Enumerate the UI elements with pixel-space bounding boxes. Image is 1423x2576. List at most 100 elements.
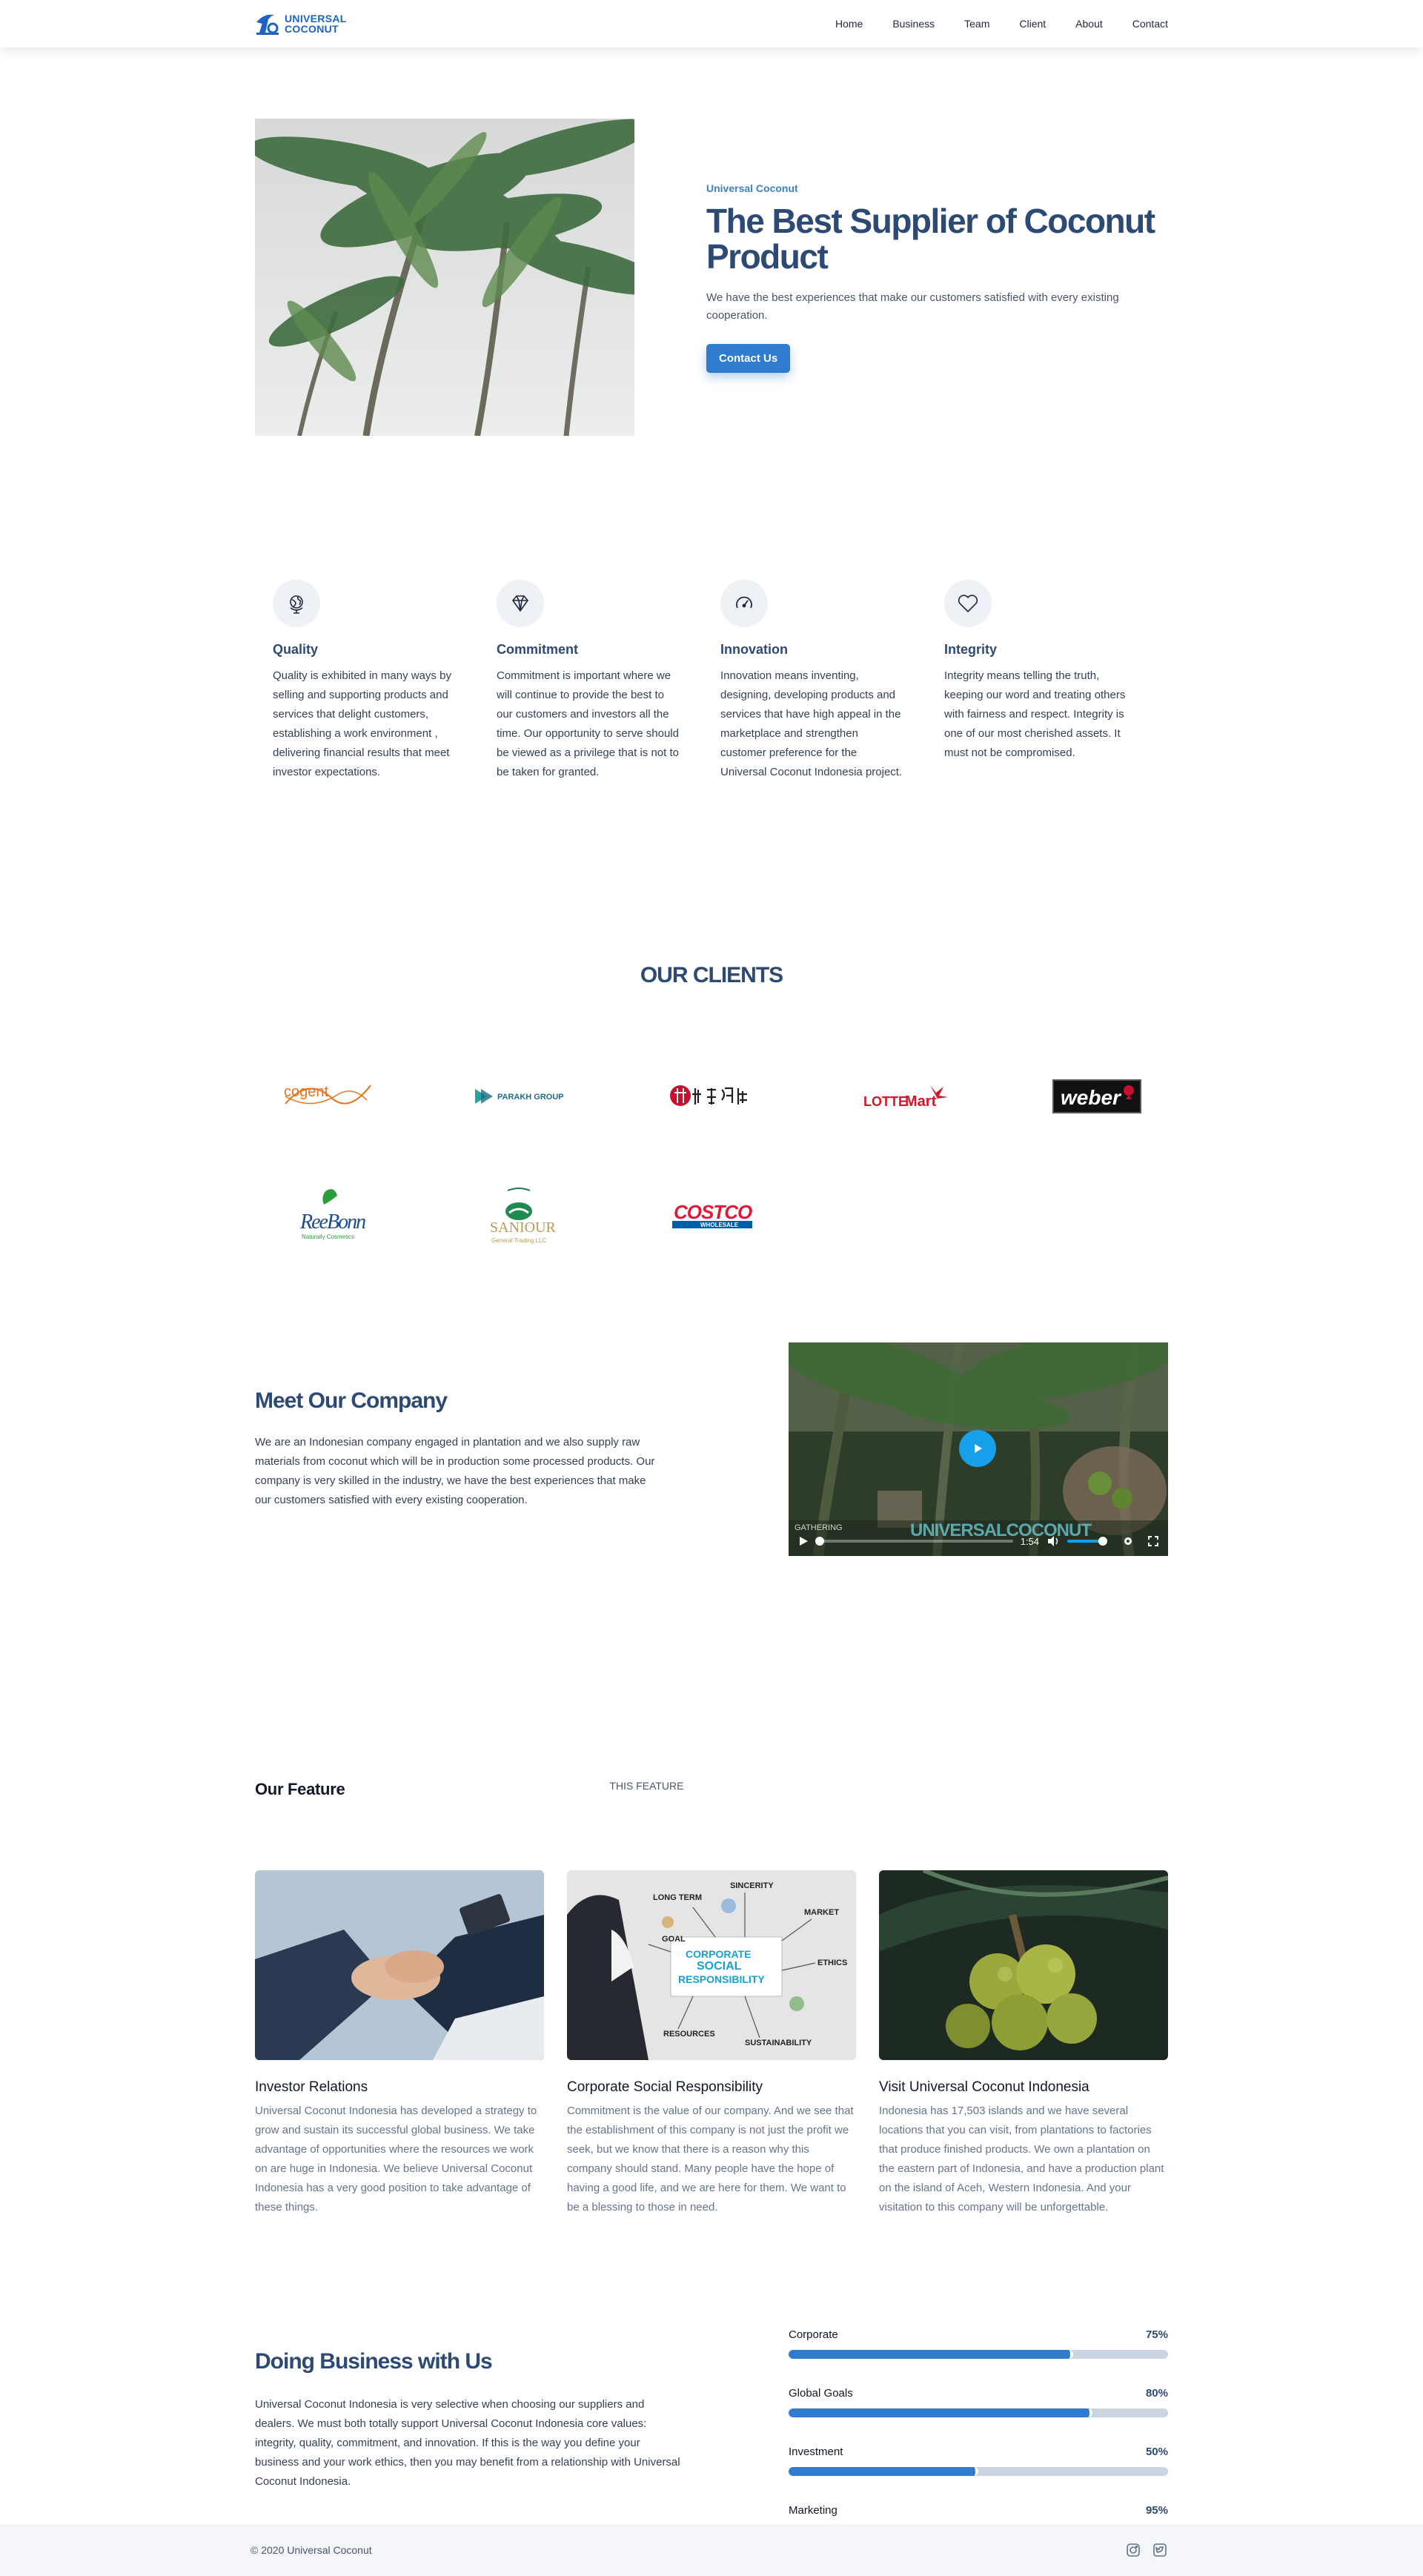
client-logo-lottemart: LOTTE Mart: [808, 1059, 1001, 1133]
play-icon: [975, 1444, 982, 1453]
gauge-icon: [720, 580, 768, 627]
settings-gear-icon[interactable]: [1122, 1535, 1134, 1547]
play-icon[interactable]: [797, 1535, 809, 1547]
fullscreen-icon[interactable]: [1147, 1535, 1159, 1547]
coconut-logo-icon: [256, 14, 279, 35]
hero-title: The Best Supplier of Coconut Product: [706, 201, 1155, 276]
video-time: 1:54: [1020, 1535, 1039, 1547]
value-title: Integrity: [944, 642, 998, 657]
site-header: UNIVERSAL COCONUT Home Business Team Cli…: [0, 0, 1423, 47]
progress-label: Corporate: [789, 2328, 838, 2341]
client-logo-weber: weber: [1001, 1059, 1193, 1133]
svg-text:PARAKH GROUP: PARAKH GROUP: [497, 1093, 564, 1102]
video-play-button[interactable]: [959, 1430, 996, 1467]
video-controls: 1:54: [789, 1526, 1168, 1556]
values-section: Quality Quality is exhibited in many way…: [0, 529, 1423, 911]
meet-title: Meet Our Company: [255, 1388, 448, 1413]
client-logo-saniour: SANIOUR General Trading LLC: [422, 1178, 615, 1252]
svg-text:ETHICS: ETHICS: [817, 1959, 847, 1967]
card-text: Commitment is the value of our company. …: [567, 2105, 854, 2214]
value-integrity: Integrity Integrity means telling the tr…: [944, 580, 1168, 782]
business-description: Universal Coconut Indonesia is very sele…: [255, 2398, 680, 2488]
hero-section: Universal Coconut The Best Supplier of C…: [0, 47, 1423, 529]
svg-text:ReeBonn: ReeBonn: [299, 1211, 365, 1234]
progress-fill: [789, 2467, 978, 2476]
business-title: Doing Business with Us: [255, 2349, 493, 2374]
value-commitment: Commitment Commitment is important where…: [497, 580, 720, 782]
meet-section: Meet Our Company We are an Indonesian co…: [0, 1331, 1423, 1743]
svg-text:SINCERITY: SINCERITY: [730, 1881, 774, 1890]
instagram-icon[interactable]: [1125, 2542, 1141, 2558]
progress-percent: 75%: [1145, 2328, 1168, 2341]
volume-slider[interactable]: [1067, 1537, 1107, 1546]
brand-logo[interactable]: UNIVERSAL COCONUT: [255, 12, 347, 36]
contact-us-button[interactable]: Contact Us: [706, 343, 791, 373]
nav-client[interactable]: Client: [1019, 18, 1046, 30]
palm-trees-image: [255, 119, 634, 436]
feature-title: Our Feature: [255, 1780, 345, 1798]
video-progress-bar[interactable]: [815, 1537, 1013, 1546]
business-section: Doing Business with Us Universal Coconut…: [0, 2284, 1423, 2547]
nav-business[interactable]: Business: [892, 18, 935, 30]
value-quality: Quality Quality is exhibited in many way…: [273, 580, 497, 782]
progress-fill: [789, 2408, 1092, 2417]
svg-text:WHOLESALE: WHOLESALE: [700, 1222, 739, 1228]
svg-text:LOTTE: LOTTE: [863, 1094, 907, 1109]
copyright-text: © 2020 Universal Coconut: [251, 2544, 372, 2556]
client-logo-cogent: cogent: [230, 1059, 422, 1133]
svg-text:RESPONSIBILITY: RESPONSIBILITY: [678, 1973, 765, 1985]
client-logo-costco: COSTCO WHOLESALE: [615, 1178, 808, 1252]
svg-text:General Trading LLC: General Trading LLC: [491, 1237, 546, 1244]
nav-team[interactable]: Team: [964, 18, 989, 30]
svg-text:SUSTAINABILITY: SUSTAINABILITY: [745, 2039, 812, 2047]
feature-card-investor: Investor Relations Universal Coconut Ind…: [255, 1870, 544, 2217]
client-logo-parakh: PARAKH GROUP: [422, 1059, 615, 1133]
brand-name-line2: COCONUT: [285, 23, 339, 35]
value-text: Quality is exhibited in many ways by sel…: [273, 669, 451, 778]
progress-track: [789, 2350, 1168, 2359]
feature-section: Our Feature THIS FEATURE Investor Relati…: [0, 1743, 1423, 2284]
feature-card-csr: CORPORATE SOCIAL RESPONSIBILITY LONG TER…: [567, 1870, 856, 2217]
progress-label: Investment: [789, 2446, 843, 2458]
svg-text:SOCIAL: SOCIAL: [697, 1960, 742, 1973]
progress-label: Marketing: [789, 2504, 837, 2517]
svg-text:SANIOUR: SANIOUR: [490, 1219, 557, 1236]
svg-text:RESOURCES: RESOURCES: [663, 2030, 715, 2039]
svg-text:weber: weber: [1061, 1086, 1122, 1109]
clients-title: OUR CLIENTS: [640, 963, 783, 987]
heart-icon: [944, 580, 992, 627]
globe-icon: [273, 580, 320, 627]
svg-text:CORPORATE: CORPORATE: [686, 1948, 751, 1960]
twitter-icon[interactable]: [1152, 2542, 1168, 2558]
social-links: [1125, 2542, 1168, 2558]
nav-contact[interactable]: Contact: [1132, 18, 1168, 30]
svg-text:Mart: Mart: [905, 1093, 937, 1110]
feature-card-visit: Visit Universal Coconut Indonesia Indone…: [879, 1870, 1168, 2217]
hero-eyebrow: Universal Coconut: [706, 182, 798, 194]
progress-percent: 50%: [1145, 2446, 1168, 2458]
nav-home[interactable]: Home: [835, 18, 863, 30]
svg-text:Naturally Cosmetics: Naturally Cosmetics: [302, 1234, 354, 1240]
client-logo-chinese: [615, 1059, 808, 1133]
hero-description: We have the best experiences that make o…: [706, 291, 1119, 322]
card-text: Indonesia has 17,503 islands and we have…: [879, 2105, 1164, 2214]
value-text: Innovation means inventing, designing, d…: [720, 669, 903, 778]
card-text: Universal Coconut Indonesia has develope…: [255, 2105, 537, 2214]
progress-row-corporate: Corporate 75%: [789, 2328, 1168, 2359]
meet-description: We are an Indonesian company engaged in …: [255, 1436, 655, 1506]
clients-section: OUR CLIENTS cogent PARAKH GROUP LOTTE Ma…: [0, 911, 1423, 1331]
svg-text:LONG TERM: LONG TERM: [653, 1893, 702, 1902]
client-logo-reebonn: ReeBonn Naturally Cosmetics: [230, 1178, 422, 1252]
company-video[interactable]: UNIVERSALCOCONUT GATHERING 1:54: [789, 1342, 1168, 1556]
csr-diagram-image: CORPORATE SOCIAL RESPONSIBILITY LONG TER…: [567, 1870, 856, 2060]
progress-track: [789, 2467, 1168, 2476]
card-title: Investor Relations: [255, 2079, 368, 2095]
value-text: Integrity means telling the truth, keepi…: [944, 669, 1126, 759]
svg-text:MARKET: MARKET: [804, 1908, 839, 1917]
nav-about[interactable]: About: [1075, 18, 1103, 30]
value-title: Commitment: [497, 642, 579, 657]
progress-label: Global Goals: [789, 2387, 853, 2400]
client-logos: cogent PARAKH GROUP LOTTE Mart weber Ree…: [230, 1059, 1193, 1252]
progress-percent: 80%: [1145, 2387, 1168, 2400]
volume-icon[interactable]: [1046, 1535, 1060, 1547]
